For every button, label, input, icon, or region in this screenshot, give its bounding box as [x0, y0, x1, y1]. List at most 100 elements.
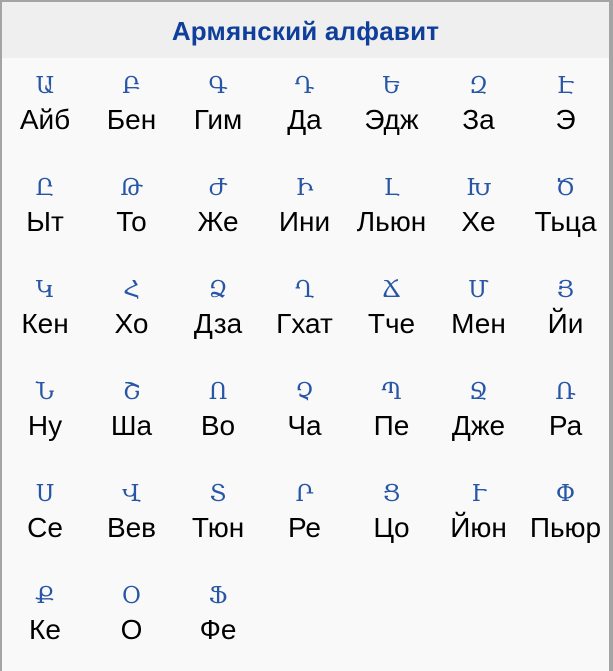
armenian-letter: Ձ [208, 277, 228, 303]
letter-cell: Մ Мен [435, 262, 522, 364]
letter-name: Йюн [450, 512, 507, 543]
letter-cell: Խ Хе [435, 160, 522, 262]
armenian-letter: Ջ [468, 379, 489, 405]
letter-cell: Ք Ке [2, 568, 88, 670]
letter-name: Э [555, 104, 576, 135]
armenian-letter: Օ [121, 583, 142, 609]
letter-name: Да [287, 104, 322, 135]
armenian-letter: Ղ [294, 277, 315, 303]
letter-cell: Լ Льюн [348, 160, 435, 262]
armenian-letter: Խ [465, 175, 492, 201]
letter-name: Цо [373, 512, 410, 543]
letter-name: Дза [193, 308, 243, 339]
letter-name: Фе [199, 614, 237, 645]
letter-name: Се [27, 512, 63, 543]
armenian-letter: Թ [120, 175, 143, 201]
letter-name: Эдж [364, 104, 419, 135]
letter-cell: Ն Ну [2, 364, 88, 466]
letter-name: Гхат [276, 308, 333, 339]
letter-grid: Ա Айб Բ Бен Գ Гим Դ Да Ե Эдж Զ За Է Э Ը Ыт Թ То Ժ Же Ի Ини Լ Ль… [2, 58, 609, 670]
armenian-letter: Մ [468, 277, 489, 303]
letter-cell: Ռ Ра [522, 364, 609, 466]
armenian-letter: Ֆ [208, 583, 228, 609]
letter-name: Хе [461, 206, 496, 237]
letter-cell: Փ Пьюр [522, 466, 609, 568]
letter-name: Тюн [191, 512, 245, 543]
letter-cell: Ս Се [2, 466, 88, 568]
letter-name: То [116, 206, 147, 237]
letter-cell: Կ Кен [2, 262, 88, 364]
letter-cell: Պ Пе [348, 364, 435, 466]
armenian-letter: Պ [381, 379, 402, 405]
letter-name: Ке [29, 614, 61, 645]
letter-name: Тьца [534, 206, 597, 237]
armenian-letter: Վ [122, 481, 141, 507]
letter-cell: Ձ Дза [175, 262, 261, 364]
letter-name: Пе [373, 410, 410, 441]
letter-name: Ра [548, 410, 583, 441]
armenian-letter: Ր [295, 481, 314, 507]
letter-name: О [120, 614, 143, 645]
armenian-letter: Ց [382, 481, 401, 507]
letter-name: Же [197, 206, 239, 237]
letter-name: Мен [451, 308, 506, 339]
letter-cell: Թ То [88, 160, 175, 262]
armenian-letter: Փ [555, 481, 576, 507]
letter-name: Дже [451, 410, 506, 441]
letter-cell: ՕО [88, 568, 175, 670]
armenian-letter: Կ [35, 277, 55, 303]
letter-cell: Դ Да [261, 58, 348, 160]
letter-name: Ыт [26, 206, 64, 237]
letter-cell: Ժ Же [175, 160, 261, 262]
letter-name: Кен [21, 308, 69, 339]
letter-name: Бен [106, 104, 157, 135]
letter-cell: Ֆ Фе [175, 568, 261, 670]
letter-cell: Ա Айб [2, 58, 88, 160]
letter-name: Гим [193, 104, 243, 135]
armenian-letter: Ե [382, 73, 401, 99]
armenian-letter: Ք [35, 583, 55, 609]
armenian-letter: Ճ [381, 277, 402, 303]
armenian-letter: Զ [468, 73, 488, 99]
letter-cell: Ջ Дже [435, 364, 522, 466]
table-header: Армянский алфавит [2, 2, 609, 58]
letter-name: Йи [547, 308, 584, 339]
letter-cell: Ր Ре [261, 466, 348, 568]
armenian-letter: Է [556, 73, 575, 99]
armenian-letter: Լ [383, 175, 400, 201]
letter-cell: Ճ Тче [348, 262, 435, 364]
letter-cell: Գ Гим [175, 58, 261, 160]
armenian-letter: Հ [123, 277, 140, 303]
letter-cell: Շ Ша [88, 364, 175, 466]
page-title: Армянский алфавит [171, 15, 440, 46]
armenian-letter: Ն [35, 379, 55, 405]
armenian-letter: Ւ [471, 481, 486, 507]
letter-cell: Չ Ча [261, 364, 348, 466]
letter-name: Айб [19, 104, 71, 135]
letter-name: Тче [367, 308, 416, 339]
letter-cell: Բ Бен [88, 58, 175, 160]
letter-cell: Ղ Гхат [261, 262, 348, 364]
armenian-letter: Ը [35, 175, 55, 201]
letter-cell: Հ Хо [88, 262, 175, 364]
letter-cell: Ւ Йюн [435, 466, 522, 568]
armenian-letter: Չ [295, 379, 314, 405]
armenian-letter: Ռ [555, 379, 576, 405]
letter-cell: ԷЭ [522, 58, 609, 160]
letter-name: Льюн [356, 206, 427, 237]
armenian-letter: Շ [122, 379, 141, 405]
letter-cell: Յ Йи [522, 262, 609, 364]
letter-cell: Տ Тюн [175, 466, 261, 568]
letter-cell: Ո Во [175, 364, 261, 466]
letter-cell: Ց Цо [348, 466, 435, 568]
alphabet-table: Армянский алфавит Ա Айб Բ Бен Գ Гим Դ Да Ե Эдж Զ За… [0, 0, 613, 671]
letter-name: Ини [278, 206, 331, 237]
armenian-letter: Ս [35, 481, 55, 507]
armenian-letter: Ծ [555, 175, 576, 201]
armenian-letter: Յ [556, 277, 575, 303]
letter-cell: Վ Вев [88, 466, 175, 568]
letter-name: Пьюр [529, 512, 602, 543]
letter-name: Хо [114, 308, 149, 339]
letter-name: Вев [106, 512, 157, 543]
letter-name: Ну [27, 410, 63, 441]
